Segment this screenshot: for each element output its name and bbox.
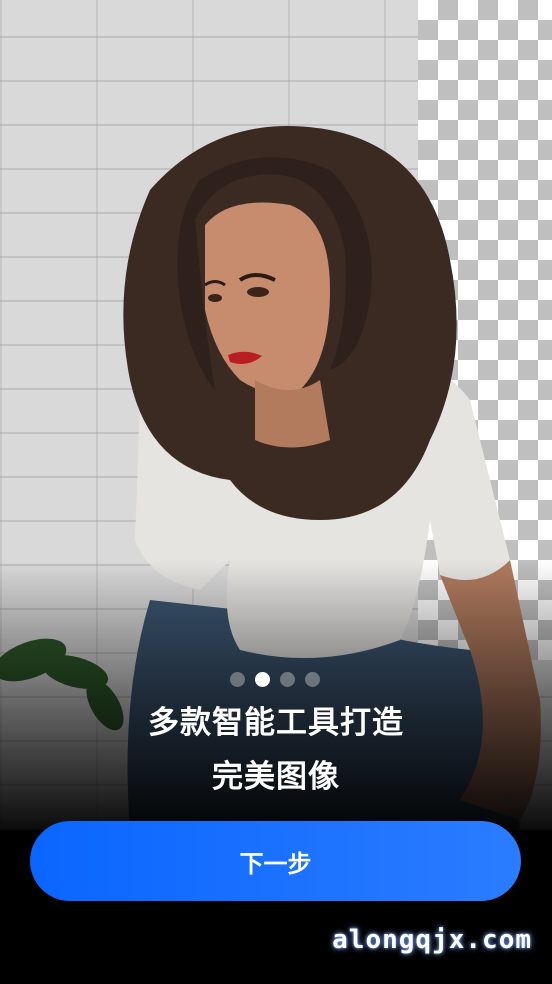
page-dot-4[interactable] [305,672,320,687]
headline-line-2: 完美图像 [212,759,340,795]
headline-line-1: 多款智能工具打造 [148,705,404,741]
page-dot-1[interactable] [230,672,245,687]
watermark-text: alongqjx.com [332,925,532,955]
page-dot-3[interactable] [280,672,295,687]
page-indicator [230,672,320,687]
next-step-button[interactable]: 下一步 [30,821,521,901]
onboarding-screen: 多款智能工具打造 完美图像 下一步 alongqjx.com [0,0,552,984]
page-dot-2-active[interactable] [255,672,270,687]
